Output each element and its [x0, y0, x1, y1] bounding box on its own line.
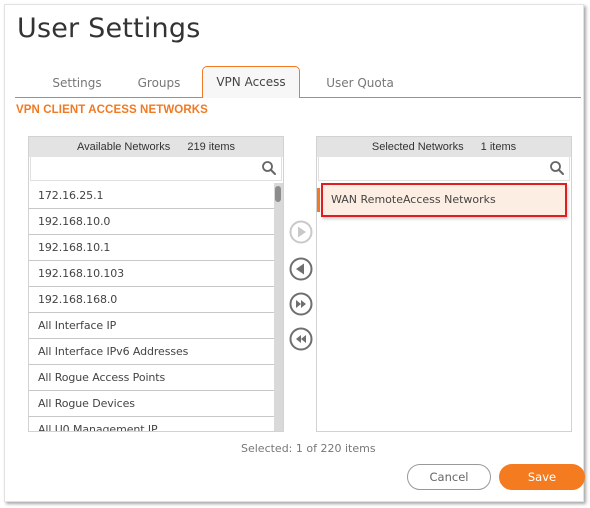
available-networks-panel: Available Networks 219 items 172.16.25.1… — [28, 136, 284, 432]
list-item[interactable]: 192.168.10.103 — [29, 261, 275, 287]
available-networks-count: 219 items — [187, 141, 236, 153]
list-item[interactable]: 172.16.25.1 — [29, 183, 275, 209]
move-left-icon[interactable] — [288, 256, 314, 282]
selected-networks-list: WAN RemoteAccess Networks — [317, 183, 571, 217]
list-item[interactable]: All Rogue Devices — [29, 391, 275, 417]
cancel-button[interactable]: Cancel — [407, 464, 491, 490]
save-button[interactable]: Save — [499, 464, 585, 490]
tab-vpn-access[interactable]: VPN Access — [202, 66, 300, 98]
available-networks-label: Available Networks — [76, 141, 171, 153]
available-list-scrollbar[interactable] — [274, 183, 283, 431]
list-item[interactable]: 192.168.10.1 — [29, 235, 275, 261]
selected-networks-label: Selected Networks — [371, 141, 464, 153]
list-item[interactable]: 192.168.168.0 — [29, 287, 275, 313]
selected-list-item[interactable]: WAN RemoteAccess Networks — [317, 183, 567, 217]
selected-networks-count: 1 items — [480, 141, 517, 153]
list-item[interactable]: All Interface IPv6 Addresses — [29, 339, 275, 365]
selection-status: Selected: 1 of 220 items — [241, 442, 376, 455]
move-right-icon[interactable] — [288, 219, 314, 245]
search-icon[interactable] — [549, 160, 565, 176]
list-item[interactable]: All Interface IP — [29, 313, 275, 339]
move-all-left-icon[interactable] — [288, 326, 314, 352]
available-search-input[interactable] — [31, 157, 281, 180]
selected-networks-header: Selected Networks 1 items — [317, 137, 571, 157]
search-icon[interactable] — [261, 160, 277, 176]
dialog-title: User Settings — [17, 13, 201, 44]
tab-settings[interactable]: Settings — [37, 68, 117, 99]
selected-search-box — [318, 157, 570, 181]
section-title: VPN CLIENT ACCESS NETWORKS — [16, 104, 208, 116]
tab-user-quota[interactable]: User Quota — [315, 68, 405, 99]
list-item[interactable]: 192.168.10.0 — [29, 209, 275, 235]
scrollbar-thumb[interactable] — [275, 186, 281, 202]
move-all-right-icon[interactable] — [288, 291, 314, 317]
available-search-box — [30, 157, 282, 181]
selected-search-input[interactable] — [319, 157, 569, 180]
tab-bar: Settings Groups VPN Access User Quota — [15, 65, 581, 98]
list-item[interactable]: All Rogue Access Points — [29, 365, 275, 391]
available-networks-header: Available Networks 219 items — [29, 137, 283, 157]
tab-groups[interactable]: Groups — [119, 68, 199, 99]
selected-networks-panel: Selected Networks 1 items WAN RemoteAcce… — [316, 136, 572, 432]
available-networks-list: 172.16.25.1 192.168.10.0 192.168.10.1 19… — [29, 183, 275, 431]
list-item[interactable]: All U0 Management IP — [29, 417, 275, 431]
user-settings-dialog: User Settings Settings Groups VPN Access… — [4, 4, 585, 502]
